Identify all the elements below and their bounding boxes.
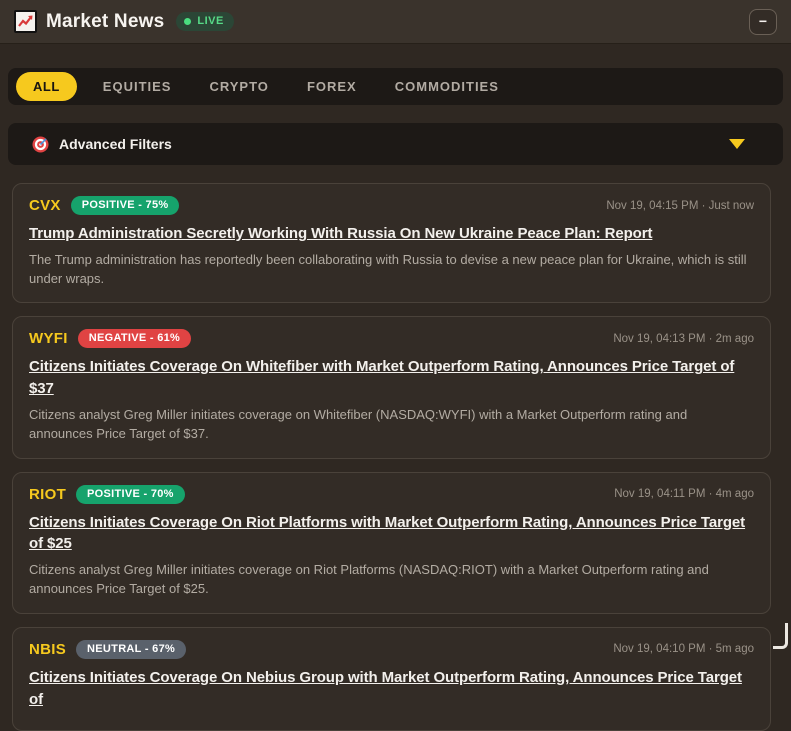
article-headline-link[interactable]: Citizens Initiates Coverage On Riot Plat…: [29, 512, 754, 556]
sentiment-badge: POSITIVE - 70%: [76, 484, 185, 504]
sentiment-badge: NEGATIVE - 61%: [77, 329, 192, 349]
live-label: LIVE: [197, 15, 224, 27]
advanced-filters-label: Advanced Filters: [59, 136, 172, 152]
article-headline-link[interactable]: Trump Administration Secretly Working Wi…: [29, 223, 754, 245]
ticker-symbol[interactable]: NBIS: [29, 641, 66, 658]
live-dot-icon: [184, 17, 192, 25]
tab-crypto[interactable]: CRYPTO: [197, 72, 280, 101]
article-timestamp: Nov 19, 04:11 PM · 4m ago: [614, 488, 754, 501]
ticker-symbol[interactable]: CVX: [29, 197, 61, 214]
article-summary: Citizens analyst Greg Miller initiates c…: [29, 406, 688, 441]
news-card: RIOT POSITIVE - 70% Nov 19, 04:11 PM · 4…: [12, 471, 771, 614]
ticker-symbol[interactable]: RIOT: [29, 486, 66, 503]
card-meta-row: CVX POSITIVE - 75% Nov 19, 04:15 PM · Ju…: [29, 196, 754, 215]
news-card: NBIS NEUTRAL - 67% Nov 19, 04:10 PM · 5m…: [12, 626, 771, 731]
sentiment-badge: NEUTRAL - 67%: [76, 639, 187, 659]
tab-equities[interactable]: EQUITIES: [91, 72, 184, 101]
ticker-symbol[interactable]: WYFI: [29, 330, 68, 347]
target-icon: [32, 136, 49, 153]
article-headline-link[interactable]: Citizens Initiates Coverage On Whitefibe…: [29, 356, 754, 400]
article-timestamp: Nov 19, 04:13 PM · 2m ago: [613, 332, 754, 345]
tab-forex[interactable]: FOREX: [295, 72, 369, 101]
article-timestamp: Nov 19, 04:15 PM · Just now: [606, 199, 754, 212]
news-card: CVX POSITIVE - 75% Nov 19, 04:15 PM · Ju…: [12, 183, 771, 304]
card-meta-row: RIOT POSITIVE - 70% Nov 19, 04:11 PM · 4…: [29, 484, 754, 504]
chart-increasing-icon: [14, 10, 37, 33]
article-summary: The Trump administration has reportedly …: [29, 251, 747, 286]
advanced-filters-toggle[interactable]: Advanced Filters: [8, 123, 783, 165]
card-meta-row: WYFI NEGATIVE - 61% Nov 19, 04:13 PM · 2…: [29, 329, 754, 349]
page-title: Market News: [46, 10, 165, 32]
article-headline-link[interactable]: Citizens Initiates Coverage On Nebius Gr…: [29, 667, 754, 711]
minimize-button[interactable]: −: [749, 8, 777, 35]
app-header: Market News LIVE −: [0, 0, 791, 44]
sentiment-badge: POSITIVE - 75%: [70, 196, 180, 215]
live-badge: LIVE: [176, 12, 234, 31]
chevron-down-icon[interactable]: [729, 139, 745, 149]
tab-commodities[interactable]: COMMODITIES: [383, 72, 511, 101]
card-meta-row: NBIS NEUTRAL - 67% Nov 19, 04:10 PM · 5m…: [29, 639, 754, 659]
news-card: WYFI NEGATIVE - 61% Nov 19, 04:13 PM · 2…: [12, 316, 771, 459]
news-list: CVX POSITIVE - 75% Nov 19, 04:15 PM · Ju…: [0, 183, 791, 731]
tab-all[interactable]: ALL: [16, 72, 77, 101]
category-tab-bar: ALL EQUITIES CRYPTO FOREX COMMODITIES: [8, 68, 783, 105]
resize-corner-handle[interactable]: [773, 623, 788, 649]
article-summary: Citizens analyst Greg Miller initiates c…: [29, 562, 709, 596]
